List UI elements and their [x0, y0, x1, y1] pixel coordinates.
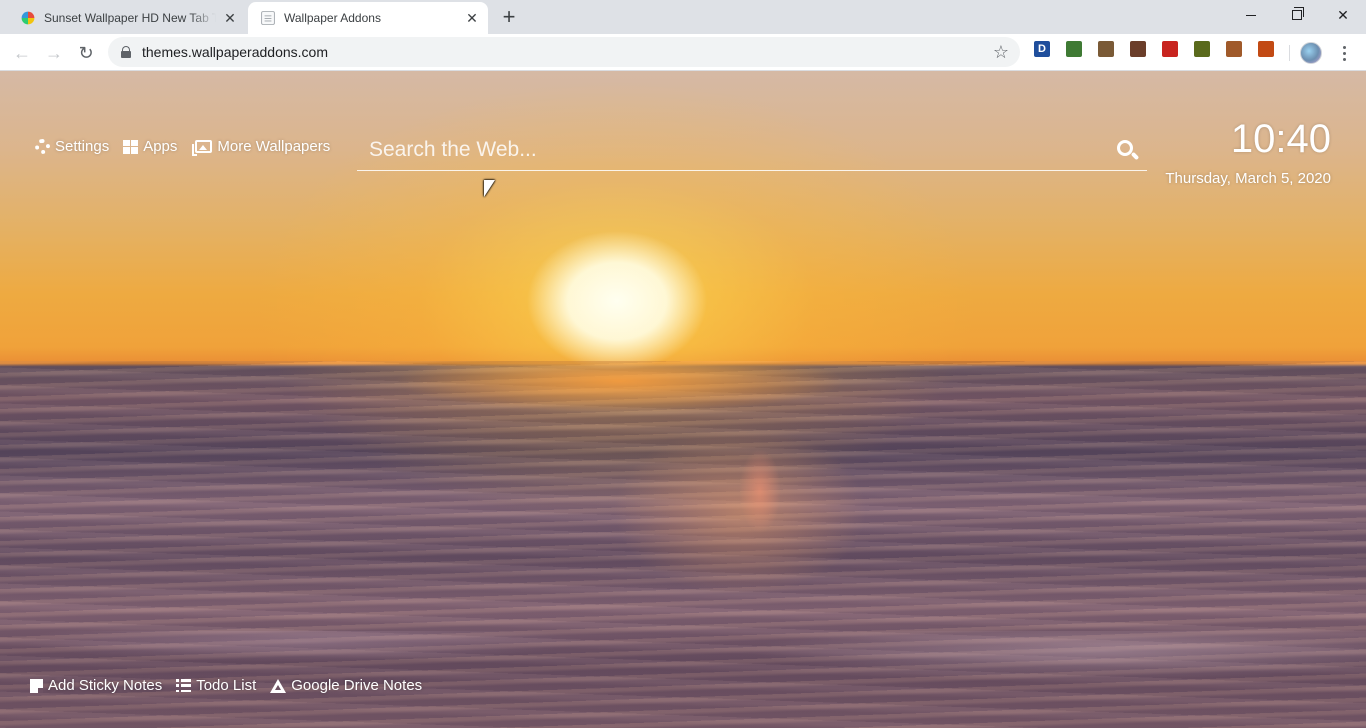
- todo-list-label: Todo List: [196, 677, 257, 694]
- settings-link[interactable]: Settings: [35, 138, 109, 155]
- todo-list-link[interactable]: Todo List: [176, 677, 256, 694]
- menu-dot: [1342, 45, 1346, 49]
- sticky-notes-label: Add Sticky Notes: [48, 677, 163, 694]
- theme-extension-icon-6[interactable]: [1226, 41, 1242, 57]
- minimize-button[interactable]: [1228, 0, 1274, 30]
- page-favicon-icon: [261, 11, 275, 25]
- arrow-right-icon: →: [45, 42, 63, 63]
- theme-extension-icon-2[interactable]: [1098, 41, 1114, 57]
- windows-grid-icon: [123, 139, 139, 154]
- tab-sunset-wallpaper[interactable]: Sunset Wallpaper HD New Tab Theme ✕: [8, 2, 246, 34]
- tab-strip: Sunset Wallpaper HD New Tab Theme ✕ Wall…: [0, 0, 1366, 34]
- mouse-cursor-icon: [484, 180, 495, 197]
- tab-close-icon[interactable]: ✕: [222, 10, 238, 26]
- search-button[interactable]: [1107, 130, 1147, 170]
- address-bar[interactable]: themes.wallpaperaddons.com ☆: [108, 37, 1020, 67]
- lock-icon[interactable]: [121, 46, 131, 58]
- reload-icon: ↻: [78, 42, 94, 63]
- apps-link[interactable]: Apps: [123, 138, 177, 155]
- google-drive-notes-link[interactable]: Google Drive Notes: [270, 677, 422, 694]
- menu-dot: [1342, 57, 1346, 61]
- sticky-note-icon: [30, 678, 43, 693]
- more-wallpapers-label: More Wallpapers: [217, 138, 331, 155]
- web-search-bar: [357, 129, 1147, 171]
- browser-toolbar: ← → ↻ themes.wallpaperaddons.com ☆ D: [0, 34, 1366, 71]
- new-tab-button[interactable]: +: [497, 4, 521, 29]
- theme-extension-icon-5[interactable]: [1194, 41, 1210, 57]
- tab-close-icon[interactable]: ✕: [464, 10, 480, 26]
- theme-extension-icon-4[interactable]: [1162, 41, 1178, 57]
- more-wallpapers-link[interactable]: More Wallpapers: [191, 138, 331, 156]
- google-drive-icon: [270, 678, 287, 693]
- arrow-left-icon: ←: [13, 42, 31, 63]
- url-text[interactable]: themes.wallpaperaddons.com: [142, 44, 986, 60]
- search-icon: [1117, 139, 1133, 156]
- images-icon: [192, 140, 213, 156]
- close-window-button[interactable]: ✕: [1320, 0, 1366, 30]
- tab-wallpaper-addons[interactable]: Wallpaper Addons ✕: [248, 2, 488, 34]
- apps-label: Apps: [143, 138, 178, 155]
- bookmark-star-icon[interactable]: ☆: [986, 42, 1016, 63]
- reload-button[interactable]: ↻: [72, 39, 100, 67]
- tab-title: Wallpaper Addons: [284, 11, 381, 25]
- profile-avatar[interactable]: [1300, 42, 1322, 64]
- gear-icon: [35, 139, 50, 154]
- tab-title: Sunset Wallpaper HD New Tab Theme: [44, 11, 216, 25]
- restore-button[interactable]: [1274, 0, 1320, 30]
- browser-menu-button[interactable]: [1334, 39, 1354, 67]
- toolbar-separator: [1289, 45, 1290, 61]
- dashlane-extension-icon[interactable]: D: [1034, 41, 1050, 57]
- extensions-bar: D: [1034, 41, 1290, 57]
- list-icon: [176, 679, 192, 692]
- theme-extension-icon-7[interactable]: [1258, 41, 1274, 57]
- wallpaper-background: Settings Apps More Wallpapers 10:40 Thur…: [0, 71, 1366, 728]
- rainbow-favicon-icon: [21, 11, 35, 25]
- theme-extension-icon-1[interactable]: [1066, 41, 1082, 57]
- clock-date: Thursday, March 5, 2020: [1165, 170, 1331, 187]
- minimize-icon: [1246, 14, 1256, 16]
- theme-extension-icon-3[interactable]: [1130, 41, 1146, 57]
- back-button[interactable]: ←: [8, 39, 36, 67]
- top-links: Settings Apps More Wallpapers: [35, 138, 344, 156]
- search-input[interactable]: [357, 137, 1107, 162]
- window-controls: ✕: [1228, 0, 1366, 30]
- google-drive-notes-label: Google Drive Notes: [291, 677, 423, 694]
- menu-dot: [1342, 51, 1346, 55]
- sticky-notes-link[interactable]: Add Sticky Notes: [30, 677, 162, 694]
- bottom-links: Add Sticky Notes Todo List Google Drive …: [30, 677, 436, 694]
- restore-icon: [1292, 7, 1304, 20]
- forward-button[interactable]: →: [40, 39, 68, 67]
- clock-time: 10:40: [1230, 117, 1331, 161]
- settings-label: Settings: [55, 138, 110, 155]
